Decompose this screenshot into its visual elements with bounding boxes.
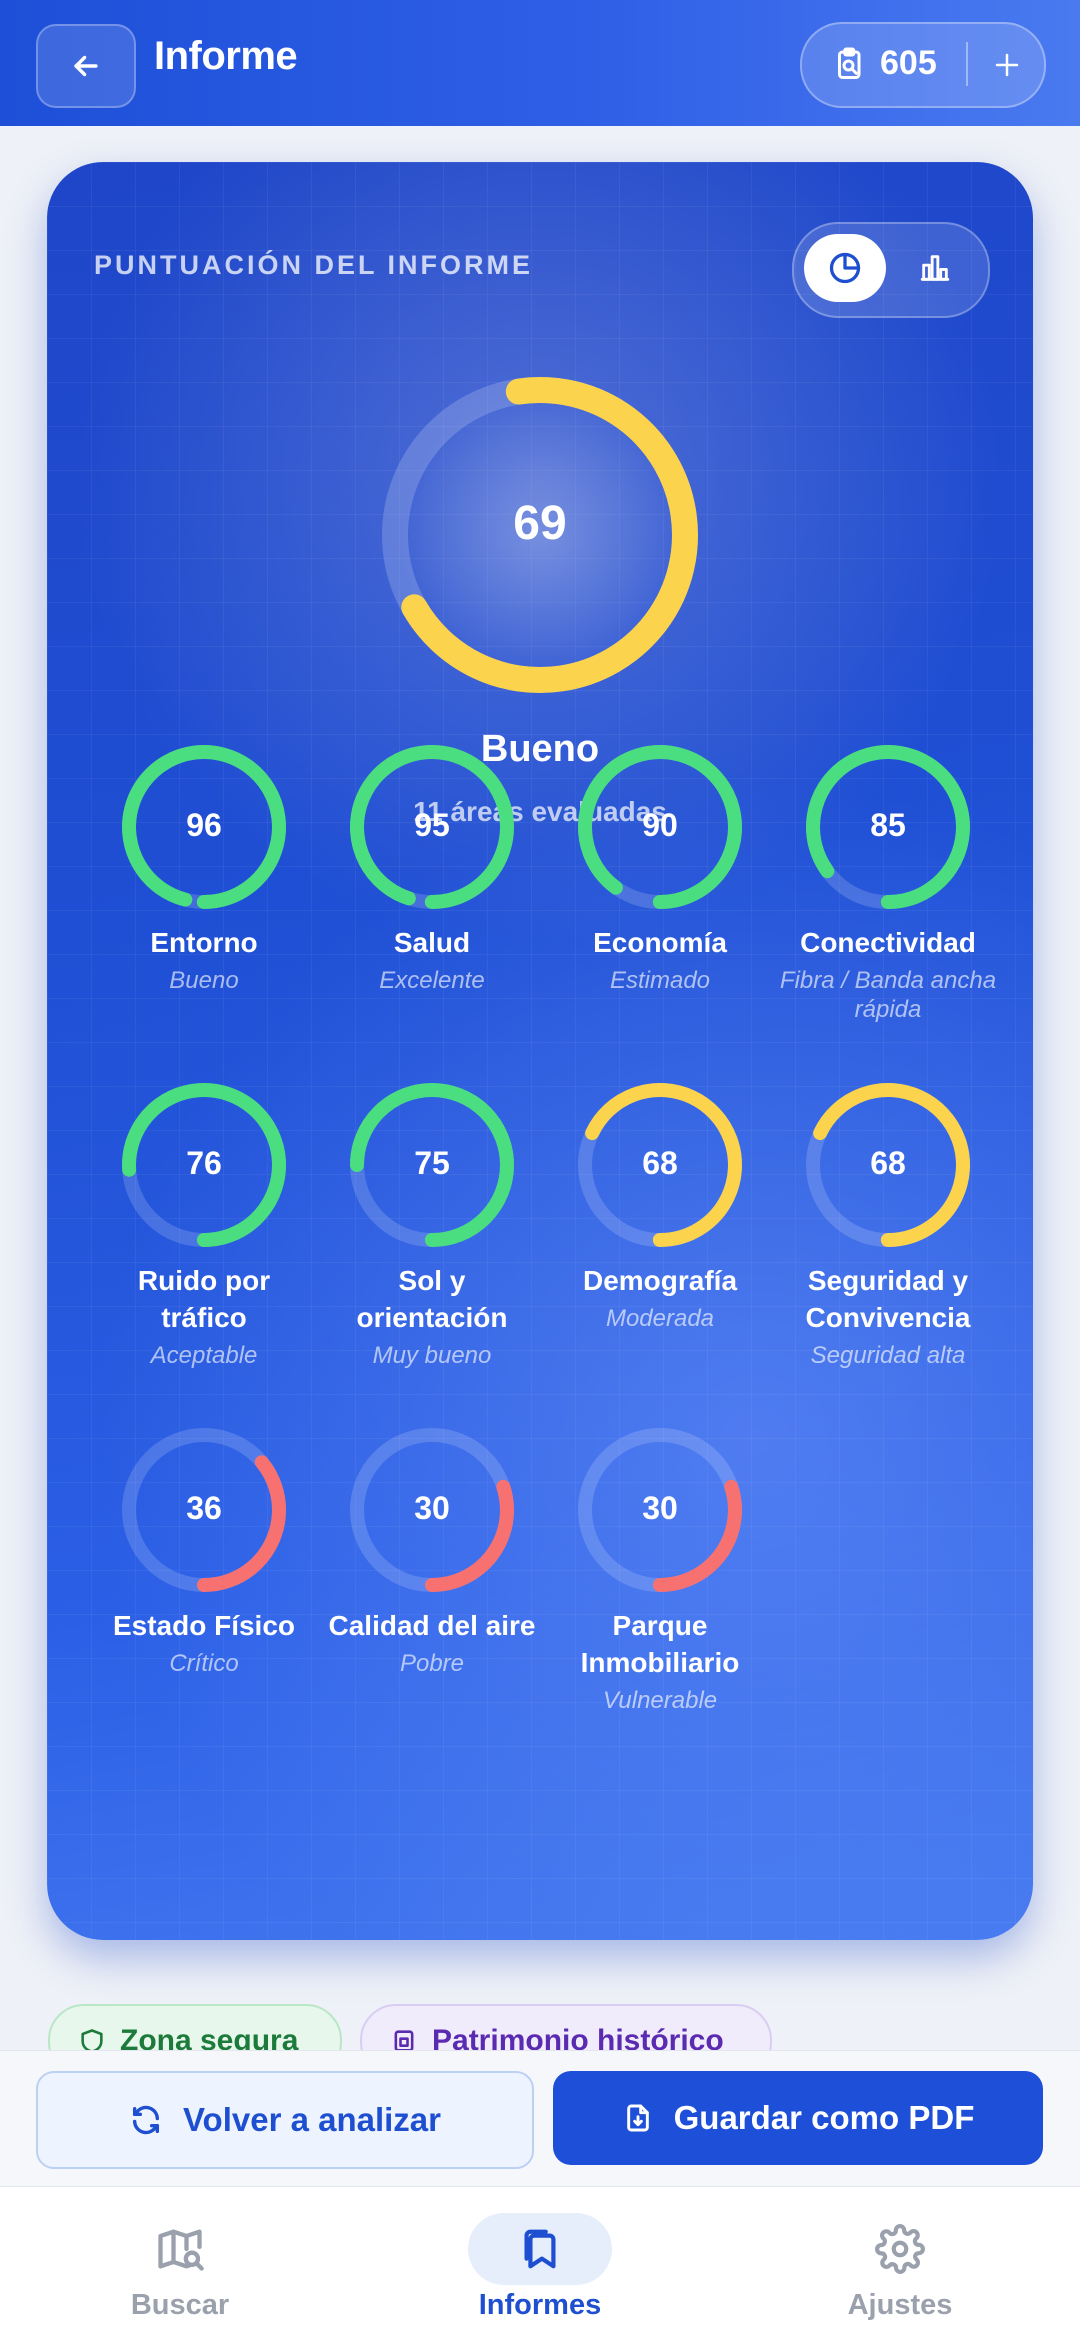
metric-value: 68 xyxy=(642,1145,678,1181)
metric-value: 90 xyxy=(642,807,678,843)
metric-status: Moderada xyxy=(605,1305,715,1332)
metric-status: Crítico xyxy=(169,1650,239,1677)
back-button[interactable] xyxy=(36,24,136,108)
metric-status: Pobre xyxy=(399,1650,465,1677)
bar-chart-icon xyxy=(920,255,950,281)
metric-name: Demografía xyxy=(582,1265,738,1296)
metric-name: Seguridad y Convivencia xyxy=(805,1265,971,1333)
metric-value: 75 xyxy=(414,1145,450,1181)
score-card: PUNTUACIÓN DEL INFORME 69 Bueno 11 áreas… xyxy=(47,162,1033,1940)
nav-settings-label: Ajustes xyxy=(847,2289,953,2321)
metric-value: 76 xyxy=(186,1145,222,1181)
nav-reports[interactable]: Informes xyxy=(420,2201,660,2331)
credits-count: 605 xyxy=(880,44,937,82)
refresh-icon xyxy=(132,2105,160,2135)
metric-name: Estado Físico xyxy=(112,1610,296,1641)
metric-value: 85 xyxy=(870,807,906,843)
nav-search[interactable]: Buscar xyxy=(60,2201,300,2331)
action-bar: Volver a analizar Guardar como PDF xyxy=(0,2050,1080,2187)
metric-name: Calidad del aire xyxy=(328,1610,536,1641)
nav-reports-icon-wrap xyxy=(468,2213,612,2285)
card-label: PUNTUACIÓN DEL INFORME xyxy=(94,250,534,280)
metric-status: Fibra / Banda ancha rápida xyxy=(779,967,997,1023)
overall-score: 69 xyxy=(513,497,567,550)
add-credits-button[interactable] xyxy=(980,38,1034,92)
pie-view-button[interactable] xyxy=(804,234,886,302)
metric-name: Entorno xyxy=(150,927,258,958)
page-title: Informe xyxy=(154,34,298,78)
gear-icon xyxy=(875,2224,925,2274)
metric-value: 96 xyxy=(186,807,222,843)
metric-status: Excelente xyxy=(379,967,485,994)
view-toggle xyxy=(792,222,990,318)
nav-search-icon-wrap xyxy=(108,2213,252,2285)
metric-value: 36 xyxy=(186,1490,222,1526)
app-header: Informe 605 xyxy=(0,0,1080,126)
metric-status: Seguridad alta xyxy=(810,1342,966,1369)
metric-status: Muy bueno xyxy=(372,1342,492,1369)
metric-status: Vulnerable xyxy=(602,1687,718,1714)
metric-status: Aceptable xyxy=(150,1342,258,1369)
clipboard-search-icon xyxy=(838,47,861,79)
nav-reports-label: Informes xyxy=(478,2289,602,2321)
metric-value: 30 xyxy=(414,1490,450,1526)
metric-name: Ruido por tráfico xyxy=(137,1265,271,1333)
save-pdf-button[interactable]: Guardar como PDF xyxy=(553,2071,1043,2165)
metric-value: 30 xyxy=(642,1490,678,1526)
nav-search-label: Buscar xyxy=(130,2289,230,2321)
reanalyze-button[interactable]: Volver a analizar xyxy=(36,2071,534,2169)
metric-value: 95 xyxy=(414,807,450,843)
nav-settings-icon-wrap xyxy=(828,2213,972,2285)
metric-value: 68 xyxy=(870,1145,906,1181)
metric-name: Sol y orientación xyxy=(356,1265,508,1333)
plus-icon xyxy=(995,53,1019,77)
credits-pill[interactable]: 605 xyxy=(800,22,1046,108)
map-search-icon xyxy=(158,2229,204,2271)
arrow-left-icon xyxy=(74,55,98,77)
divider xyxy=(966,42,968,86)
metric-status: Estimado xyxy=(609,967,711,994)
metric-name: Salud xyxy=(393,927,471,958)
metric-name: Economía xyxy=(593,927,727,958)
bottom-nav: Buscar Informes Ajustes xyxy=(0,2186,1080,2339)
metric-status: Bueno xyxy=(169,967,239,994)
nav-settings[interactable]: Ajustes xyxy=(780,2201,1020,2331)
bar-view-button[interactable] xyxy=(894,234,976,302)
metric-name: Conectividad xyxy=(800,927,976,958)
save-pdf-label: Guardar como PDF xyxy=(673,2099,975,2136)
bookmarks-icon xyxy=(524,2229,556,2269)
pie-chart-icon xyxy=(829,252,861,284)
reanalyze-label: Volver a analizar xyxy=(182,2101,442,2138)
file-download-icon xyxy=(626,2104,649,2132)
metric-name: Parque Inmobiliario xyxy=(580,1610,740,1678)
